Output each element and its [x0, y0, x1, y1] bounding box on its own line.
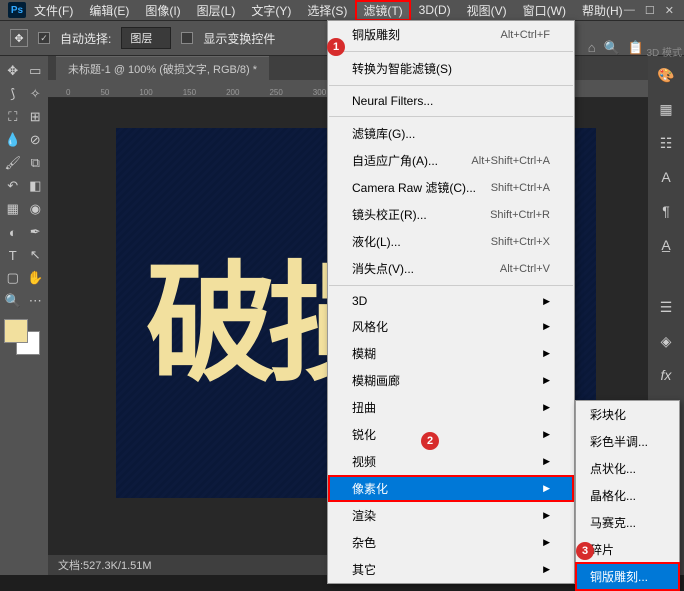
annotation-badge-2: 2	[421, 432, 439, 450]
pixelate-submenu: 彩块化 彩色半调... 点状化... 晶格化... 马赛克... 碎片 铜版雕刻…	[575, 400, 680, 591]
filter-distort[interactable]: 扭曲▶	[328, 394, 574, 421]
filter-pixelate[interactable]: 像素化▶	[328, 475, 574, 502]
filter-sharpen[interactable]: 锐化▶	[328, 421, 574, 448]
show-transform-label: 显示变换控件	[203, 30, 275, 47]
annotation-badge-3: 3	[576, 542, 594, 560]
libraries-panel-icon[interactable]: ☷	[653, 130, 679, 156]
sub-mosaic[interactable]: 马赛克...	[576, 509, 679, 536]
path-tool[interactable]: ↖	[25, 244, 47, 266]
menu-edit[interactable]: 编辑(E)	[81, 0, 137, 21]
eraser-tool[interactable]: ◧	[25, 175, 47, 197]
menu-filter[interactable]: 滤镜(T)	[355, 0, 410, 21]
menu-3d[interactable]: 3D(D)	[411, 1, 459, 19]
filter-render[interactable]: 渲染▶	[328, 502, 574, 529]
layers-panel-icon[interactable]: ☰	[653, 294, 679, 320]
zoom-tool[interactable]: 🔍	[2, 290, 24, 312]
filter-convert-smart[interactable]: 转换为智能滤镜(S)	[328, 55, 574, 82]
menu-type[interactable]: 文字(Y)	[243, 0, 299, 21]
swatches-panel-icon[interactable]: ▦	[653, 96, 679, 122]
color-swatches[interactable]	[2, 319, 42, 359]
lasso-tool[interactable]: ⟆	[2, 83, 24, 105]
sub-crystallize[interactable]: 彩块化	[576, 401, 679, 428]
adjustments-panel-icon[interactable]: A	[653, 164, 679, 190]
fx-panel-icon[interactable]: fx	[653, 362, 679, 388]
window-controls: — ☐ ✕	[614, 0, 684, 21]
filter-gallery[interactable]: 滤镜库(G)...	[328, 120, 574, 147]
share-icon[interactable]: 📋	[628, 40, 644, 56]
move-tool-preset-icon[interactable]: ✥	[10, 29, 28, 47]
filter-video[interactable]: 视频▶	[328, 448, 574, 475]
tools-panel: ✥▭ ⟆✧ ⛶⊞ 💧⊘ 🖌⧉ ↶◧ ▦◉ ◐✒ T↖ ▢✋ 🔍⋯	[0, 56, 48, 575]
filter-blur-gallery[interactable]: 模糊画廊▶	[328, 367, 574, 394]
magic-wand-tool[interactable]: ✧	[25, 83, 47, 105]
styles-panel-icon[interactable]: ¶	[653, 198, 679, 224]
blur-tool[interactable]: ◉	[25, 198, 47, 220]
hand-tool[interactable]: ✋	[25, 267, 47, 289]
filter-neural[interactable]: Neural Filters...	[328, 89, 574, 113]
filter-3d[interactable]: 3D▶	[328, 289, 574, 313]
filter-blur[interactable]: 模糊▶	[328, 340, 574, 367]
menubar: Ps 文件(F) 编辑(E) 图像(I) 图层(L) 文字(Y) 选择(S) 滤…	[0, 0, 684, 20]
filter-lens-correction[interactable]: 镜头校正(R)...Shift+Ctrl+R	[328, 201, 574, 228]
filter-noise[interactable]: 杂色▶	[328, 529, 574, 556]
channels-panel-icon[interactable]: ◈	[653, 328, 679, 354]
auto-select-label: 自动选择:	[60, 30, 111, 47]
filter-menu: 铜版雕刻 Alt+Ctrl+F 转换为智能滤镜(S) Neural Filter…	[327, 20, 575, 584]
menu-file[interactable]: 文件(F)	[26, 0, 81, 21]
type-tool[interactable]: T	[2, 244, 24, 266]
menu-window[interactable]: 窗口(W)	[515, 0, 574, 21]
heal-tool[interactable]: ⊘	[25, 129, 47, 151]
mode-3d-label: 3D 模式	[646, 44, 682, 59]
minimize-icon[interactable]: —	[624, 4, 635, 17]
filter-stylize[interactable]: 风格化▶	[328, 313, 574, 340]
show-transform-checkbox[interactable]	[181, 32, 193, 44]
filter-adaptive-wide[interactable]: 自适应广角(A)...Alt+Shift+Ctrl+A	[328, 147, 574, 174]
sub-pointillize[interactable]: 点状化...	[576, 455, 679, 482]
sub-mezzotint[interactable]: 铜版雕刻...	[576, 563, 679, 590]
foreground-color[interactable]	[4, 319, 28, 343]
annotation-badge-1: 1	[327, 38, 345, 56]
menu-layer[interactable]: 图层(L)	[189, 0, 244, 21]
filter-liquify[interactable]: 液化(L)...Shift+Ctrl+X	[328, 228, 574, 255]
frame-tool[interactable]: ⊞	[25, 106, 47, 128]
menu-image[interactable]: 图像(I)	[137, 0, 188, 21]
gradient-tool[interactable]: ▦	[2, 198, 24, 220]
crop-tool[interactable]: ⛶	[2, 106, 24, 128]
edit-toolbar[interactable]: ⋯	[25, 290, 47, 312]
menu-view[interactable]: 视图(V)	[459, 0, 515, 21]
filter-camera-raw[interactable]: Camera Raw 滤镜(C)...Shift+Ctrl+A	[328, 174, 574, 201]
layer-dropdown[interactable]: 图层	[121, 27, 171, 49]
move-tool[interactable]: ✥	[2, 60, 24, 82]
character-panel-icon[interactable]: A̲	[653, 232, 679, 258]
menu-select[interactable]: 选择(S)	[299, 0, 355, 21]
pen-tool[interactable]: ✒	[25, 221, 47, 243]
shape-tool[interactable]: ▢	[2, 267, 24, 289]
clone-tool[interactable]: ⧉	[25, 152, 47, 174]
filter-other[interactable]: 其它▶	[328, 556, 574, 583]
filter-last[interactable]: 铜版雕刻 Alt+Ctrl+F	[328, 21, 574, 48]
sub-color-halftone[interactable]: 彩色半调...	[576, 428, 679, 455]
auto-select-checkbox[interactable]: ✓	[38, 32, 50, 44]
ps-logo: Ps	[8, 2, 26, 18]
brush-tool[interactable]: 🖌	[2, 152, 24, 174]
eyedropper-tool[interactable]: 💧	[2, 129, 24, 151]
color-panel-icon[interactable]: 🎨	[653, 62, 679, 88]
close-icon[interactable]: ✕	[665, 4, 674, 17]
sub-facet[interactable]: 晶格化...	[576, 482, 679, 509]
artboard-tool[interactable]: ▭	[25, 60, 47, 82]
search-icon[interactable]: 🔍	[604, 40, 620, 56]
filter-vanishing-point[interactable]: 消失点(V)...Alt+Ctrl+V	[328, 255, 574, 282]
maximize-icon[interactable]: ☐	[645, 4, 655, 17]
home-icon[interactable]: ⌂	[588, 40, 596, 56]
history-brush-tool[interactable]: ↶	[2, 175, 24, 197]
dodge-tool[interactable]: ◐	[2, 221, 24, 243]
document-tab[interactable]: 未标题-1 @ 100% (破损文字, RGB/8) *	[56, 56, 269, 81]
